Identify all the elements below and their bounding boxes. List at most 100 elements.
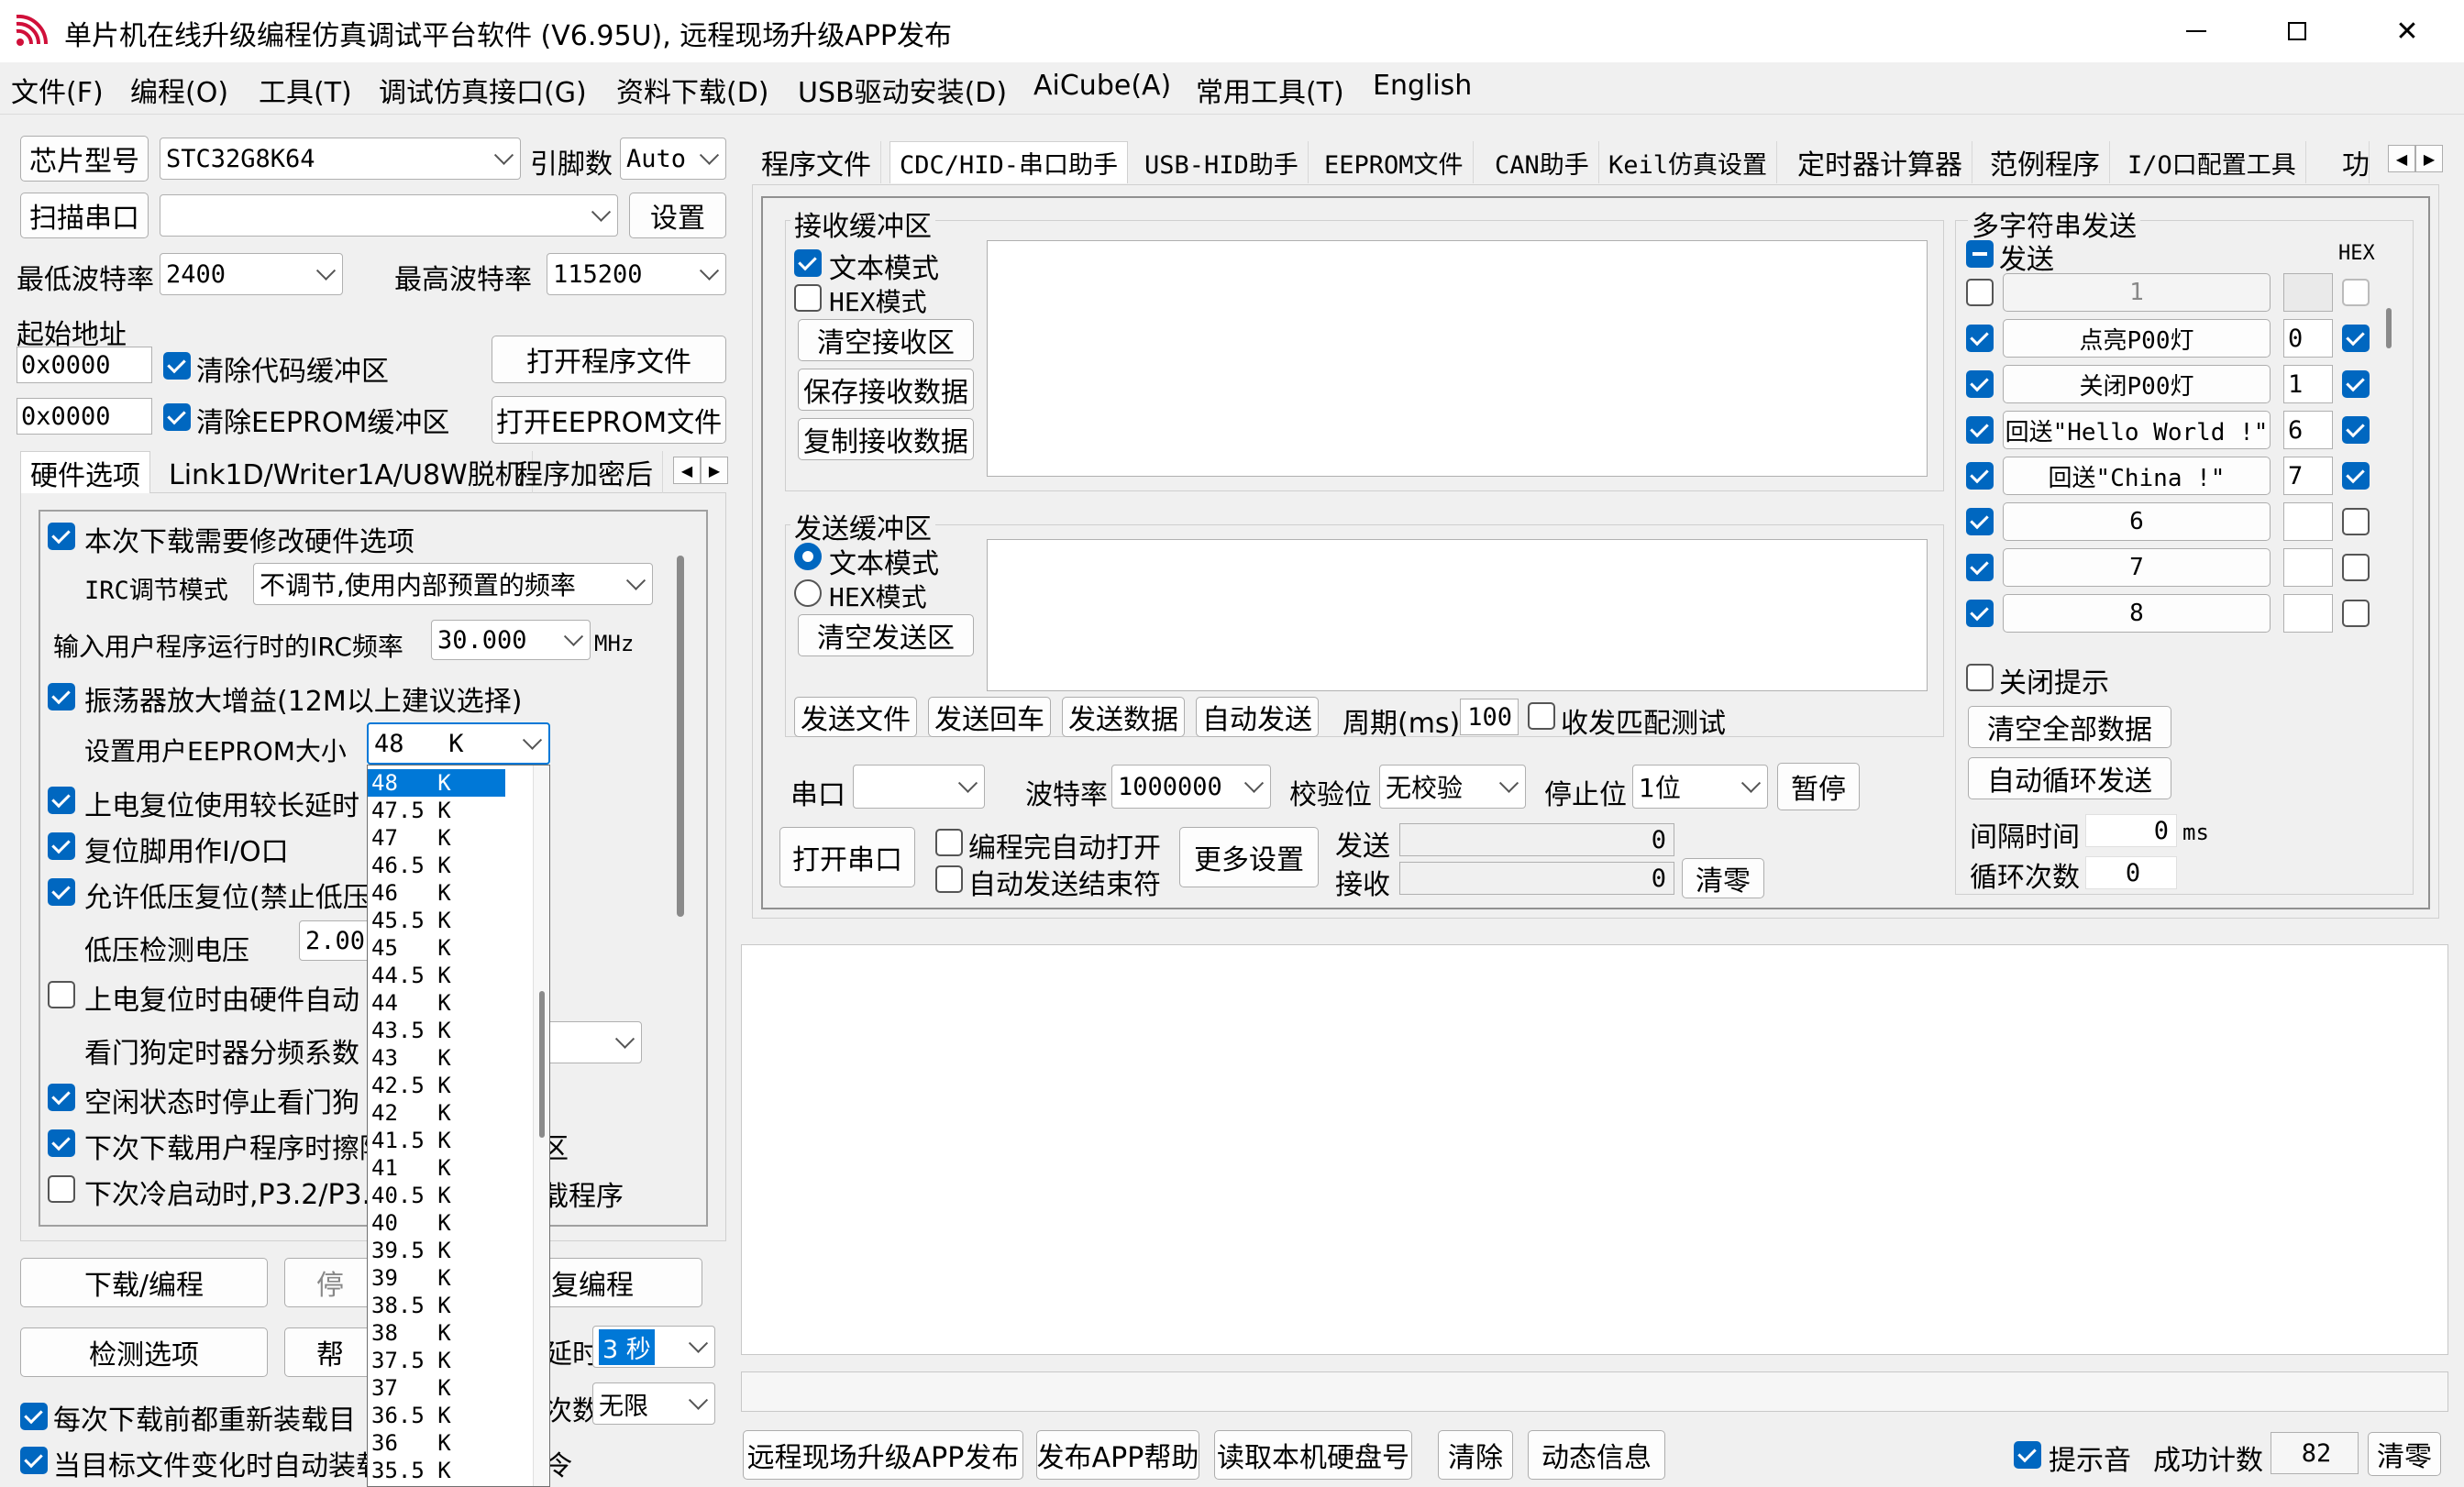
eeprom-size-option[interactable]: 36.5 K — [368, 1402, 505, 1429]
auto-loop-send-button[interactable]: 自动循环发送 — [1968, 757, 2171, 799]
pin-count-select[interactable]: Auto — [620, 138, 726, 180]
save-receive-button[interactable]: 保存接收数据 — [798, 369, 974, 411]
multi-send-row-number[interactable] — [2283, 502, 2333, 541]
delay-select[interactable]: 3 秒 — [592, 1326, 715, 1368]
max-baud-select[interactable]: 115200 — [547, 253, 726, 295]
multi-send-row-button[interactable]: 7 — [2003, 548, 2271, 587]
multi-send-row-number[interactable]: 6 — [2283, 411, 2333, 449]
multi-send-row-checkbox[interactable] — [1966, 508, 1994, 535]
menu-file[interactable]: 文件(F) — [11, 70, 104, 110]
port-select[interactable] — [160, 194, 618, 237]
menu-aicube[interactable]: AiCube(A) — [1033, 70, 1171, 102]
tab-more[interactable]: 功 — [2333, 141, 2370, 183]
open-serial-button[interactable]: 打开串口 — [779, 827, 915, 887]
multi-send-row-button[interactable]: 6 — [2003, 502, 2271, 541]
period-input[interactable]: 100 — [1460, 699, 1519, 735]
eeprom-size-option[interactable]: 47 K — [368, 824, 505, 852]
receive-textarea[interactable] — [987, 240, 1928, 477]
low-voltage-reset-checkbox[interactable] — [48, 878, 75, 906]
right-tab-scroll-right-icon[interactable]: ▶ — [2415, 145, 2443, 172]
irc-frequency-select[interactable]: 30.000 — [431, 620, 591, 660]
open-eeprom-file-button[interactable]: 打开EEPROM文件 — [492, 396, 726, 444]
eeprom-size-option[interactable]: 44.5 K — [368, 962, 505, 989]
pause-button[interactable]: 暂停 — [1777, 763, 1860, 810]
power-reset-checkbox[interactable] — [48, 787, 75, 814]
auto-send-button[interactable]: 自动发送 — [1196, 697, 1319, 737]
tab-hardware-options[interactable]: 硬件选项 — [20, 451, 150, 493]
rx-text-mode-checkbox[interactable] — [794, 249, 822, 277]
eeprom-size-option[interactable]: 40 K — [368, 1209, 505, 1237]
tab-examples[interactable]: 范例程序 — [1981, 141, 2110, 183]
eeprom-size-option[interactable]: 39 K — [368, 1264, 505, 1292]
next-erase-checkbox[interactable] — [48, 1129, 75, 1157]
eeprom-size-select[interactable]: 48 K — [367, 722, 550, 765]
reset-pin-checkbox[interactable] — [48, 832, 75, 860]
multi-send-row-checkbox[interactable] — [1966, 370, 1994, 398]
multi-send-row-button[interactable]: 8 — [2003, 594, 2271, 633]
tx-hex-mode-radio[interactable] — [794, 579, 822, 607]
hardware-scrollbar[interactable] — [677, 556, 684, 917]
send-textarea[interactable] — [987, 539, 1928, 691]
multi-send-row-number[interactable] — [2283, 273, 2333, 312]
multi-send-row-hex-checkbox[interactable] — [2342, 370, 2370, 398]
app-help-button[interactable]: 发布APP帮助 — [1036, 1430, 1199, 1480]
menu-tools[interactable]: 工具(T) — [259, 70, 352, 110]
read-disk-id-button[interactable]: 读取本机硬盘号 — [1214, 1430, 1412, 1480]
eeprom-size-option[interactable]: 46 K — [368, 879, 505, 907]
hw-auto-checkbox[interactable] — [48, 981, 75, 1008]
tab-encryption[interactable]: 程序加密后 — [506, 451, 663, 493]
send-cr-button[interactable]: 发送回车 — [928, 697, 1051, 737]
send-data-button[interactable]: 发送数据 — [1062, 697, 1185, 737]
eeprom-size-option[interactable]: 45.5 K — [368, 907, 505, 934]
stop-bits-select[interactable]: 1位 — [1632, 765, 1768, 809]
multi-send-row-number[interactable]: 1 — [2283, 365, 2333, 403]
multi-send-row-hex-checkbox[interactable] — [2342, 416, 2370, 444]
cold-boot-checkbox[interactable] — [48, 1175, 75, 1203]
eeprom-size-option[interactable]: 37.5 K — [368, 1347, 505, 1374]
tone-checkbox[interactable] — [2014, 1441, 2041, 1469]
download-program-button[interactable]: 下载/编程 — [20, 1258, 268, 1307]
menu-program[interactable]: 编程(O) — [130, 70, 228, 110]
multi-send-row-number[interactable] — [2283, 548, 2333, 587]
multi-send-row-button[interactable]: 关闭P00灯 — [2003, 365, 2271, 403]
auto-end-checkbox[interactable] — [935, 865, 963, 893]
auto-load-checkbox[interactable] — [20, 1447, 48, 1474]
match-test-checkbox[interactable] — [1528, 702, 1555, 730]
low-voltage-select[interactable]: 2.00 — [299, 920, 372, 961]
tx-text-mode-radio[interactable] — [794, 543, 822, 570]
eeprom-size-option[interactable]: 41 K — [368, 1154, 505, 1182]
check-options-button[interactable]: 检测选项 — [20, 1327, 268, 1377]
eeprom-address-input[interactable]: 0x0000 — [17, 398, 152, 435]
tab-offline-writer[interactable]: Link1D/Writer1A/U8W脱机 — [160, 451, 533, 493]
tab-eeprom-file[interactable]: EEPROM文件 — [1315, 141, 1474, 183]
stop-button[interactable]: 停 — [284, 1258, 376, 1307]
rx-hex-mode-checkbox[interactable] — [794, 284, 822, 312]
more-settings-button[interactable]: 更多设置 — [1179, 827, 1319, 887]
close-button[interactable]: ✕ — [2357, 0, 2458, 62]
eeprom-size-option[interactable]: 45 K — [368, 934, 505, 962]
tab-usb-hid[interactable]: USB-HID助手 — [1135, 141, 1309, 183]
minimize-button-2[interactable] — [2146, 0, 2247, 62]
reload-checkbox[interactable] — [20, 1403, 48, 1430]
eeprom-size-option[interactable]: 39.5 K — [368, 1237, 505, 1264]
multi-send-row-hex-checkbox[interactable] — [2342, 325, 2370, 352]
maximize-button[interactable] — [2247, 0, 2348, 62]
multi-send-row-hex-checkbox[interactable] — [2342, 508, 2370, 535]
clear-code-checkbox[interactable] — [163, 352, 191, 380]
multi-send-row-hex-checkbox[interactable] — [2342, 462, 2370, 490]
multi-send-row-checkbox[interactable] — [1966, 554, 1994, 581]
menu-download[interactable]: 资料下载(D) — [616, 70, 769, 110]
multi-send-row-checkbox[interactable] — [1966, 325, 1994, 352]
parity-select[interactable]: 无校验 — [1379, 765, 1526, 809]
clear-count-button[interactable]: 清零 — [1682, 858, 1764, 898]
eeprom-size-option[interactable]: 40.5 K — [368, 1182, 505, 1209]
tab-program-file[interactable]: 程序文件 — [752, 141, 881, 183]
copy-receive-button[interactable]: 复制接收数据 — [798, 418, 974, 460]
chip-model-select[interactable]: STC32G8K64 — [160, 138, 521, 180]
interval-input[interactable]: 0 — [2085, 814, 2177, 847]
multi-send-row-button[interactable]: 回送"China !" — [2003, 457, 2271, 495]
eeprom-size-option[interactable]: 37 K — [368, 1374, 505, 1402]
send-file-button[interactable]: 发送文件 — [794, 697, 917, 737]
loop-count-input[interactable]: 0 — [2085, 856, 2177, 889]
eeprom-size-option[interactable]: 48 K — [368, 769, 505, 797]
